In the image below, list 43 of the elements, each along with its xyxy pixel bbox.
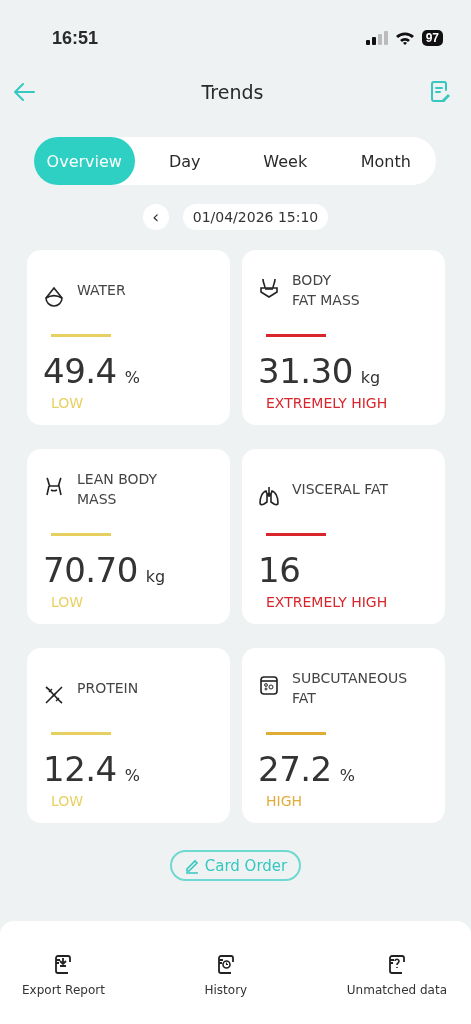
period-tab[interactable]: Day: [134, 137, 235, 185]
status-time: 16:51: [52, 27, 99, 49]
metric-unit: kg: [145, 567, 166, 586]
metric-status: LOW: [51, 594, 85, 610]
fat-cell-icon: [258, 674, 280, 696]
metric-value: 31.30: [258, 351, 353, 391]
torso-icon: [258, 276, 280, 298]
edit-document-icon[interactable]: [429, 80, 451, 104]
period-tab[interactable]: Week: [235, 137, 336, 185]
metric-unit: %: [339, 766, 355, 785]
back-arrow-icon[interactable]: [12, 82, 36, 102]
water-drop-icon: [43, 286, 65, 308]
metric-name: VISCERAL FAT: [292, 480, 388, 499]
metric-status: HIGH: [266, 793, 304, 809]
metric-status: EXTREMELY HIGH: [266, 594, 389, 610]
metric-status: EXTREMELY HIGH: [266, 395, 389, 411]
metric-status: LOW: [51, 793, 85, 809]
metric-value: 49.4: [43, 351, 117, 391]
bottom-action-button[interactable]: History: [204, 953, 248, 1003]
metric-unit: %: [124, 368, 140, 387]
metric-unit: %: [124, 766, 140, 785]
battery-icon: 97: [421, 30, 443, 46]
page-title: Trends: [201, 81, 264, 103]
pencil-icon: [183, 857, 200, 874]
metric-value: 12.4: [43, 749, 117, 789]
metric-name: BODY FAT MASS: [292, 271, 360, 310]
metric-name: LEAN BODY MASS: [77, 470, 158, 509]
lungs-icon: [258, 485, 280, 507]
metric-name: WATER: [77, 281, 126, 300]
metric-name: SUBCUTANEOUS FAT: [292, 669, 408, 708]
date-selector[interactable]: 01/04/2026 15:10: [182, 204, 329, 230]
wifi-icon: [394, 31, 415, 45]
metric-value: 70.70: [43, 550, 138, 590]
metric-value: 27.2: [258, 749, 332, 789]
previous-date-button[interactable]: ‹: [142, 204, 169, 230]
period-tab[interactable]: Month: [335, 137, 436, 185]
metric-unit: kg: [360, 368, 381, 387]
metric-value: 16: [258, 550, 301, 590]
signal-icon: [365, 31, 388, 45]
metric-name: PROTEIN: [77, 679, 139, 698]
bottom-action-button[interactable]: Unmatched data: [346, 953, 447, 1003]
bottom-action-button[interactable]: Export Report: [22, 953, 105, 1003]
metric-status: LOW: [51, 395, 85, 411]
